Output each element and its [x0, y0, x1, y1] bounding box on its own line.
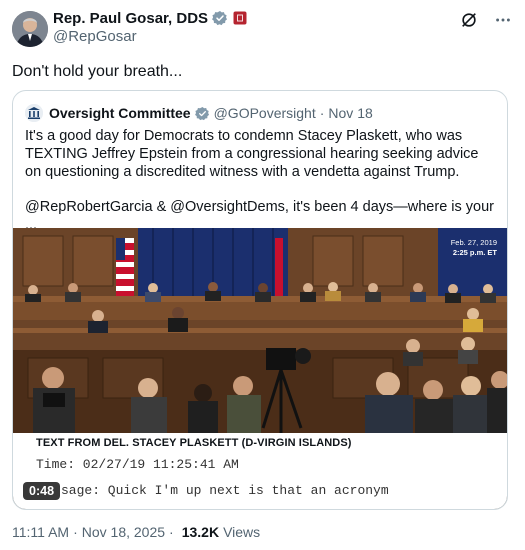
caption-message-text: sage: Quick I'm up next is that an acron…	[61, 483, 389, 498]
author-avatar[interactable]	[12, 11, 48, 47]
more-options-icon[interactable]	[493, 10, 513, 30]
post-time[interactable]: 11:11 AM	[12, 524, 69, 540]
quoted-tweet-card[interactable]: Oversight Committee @GOPoversight · Nov …	[12, 90, 508, 510]
quote-text: It's a good day for Democrats to condemn…	[25, 127, 497, 234]
views-count[interactable]: 13.2K	[182, 524, 219, 540]
video-duration-badge: 0:48	[23, 482, 61, 500]
quote-paragraph-1: It's a good day for Democrats to condemn…	[25, 128, 479, 180]
flag-badge-icon[interactable]	[233, 11, 247, 25]
quote-date[interactable]: Nov 18	[328, 105, 372, 121]
meta-dot-2: ·	[169, 524, 174, 540]
text-message-caption: TEXT FROM DEL. STACEY PLASKETT (D-VIRGIN…	[13, 433, 507, 509]
quote-author-avatar[interactable]	[25, 104, 43, 122]
author-handle[interactable]: @RepGosar	[53, 28, 137, 45]
quote-verified-check-icon[interactable]	[194, 106, 210, 121]
tweet-meta: 11:11 AM · Nov 18, 2025 · 13.2K Views	[12, 524, 260, 540]
quote-author-handle[interactable]: @GOPoversight	[214, 105, 316, 121]
quote-author-name[interactable]: Oversight Committee	[49, 105, 191, 121]
verified-check-icon[interactable]	[212, 10, 228, 26]
post-date[interactable]: Nov 18, 2025	[82, 524, 165, 540]
overlay-time: 2:25 p.m. ET	[452, 248, 497, 257]
hearing-room-scene	[13, 228, 507, 433]
video-player[interactable]: Feb. 27, 2019 2:25 p.m. ET TEXT FROM DEL…	[13, 228, 507, 509]
meta-dot-1: ·	[73, 524, 78, 540]
caption-message-time: Time: 02/27/19 11:25:41 AM	[36, 457, 239, 472]
tweet-text: Don't hold your breath...	[12, 63, 183, 80]
overlay-date: Feb. 27, 2019	[450, 238, 497, 247]
author-display-name[interactable]: Rep. Paul Gosar, DDS	[53, 10, 208, 27]
views-label: Views	[223, 524, 261, 540]
caption-title: TEXT FROM DEL. STACEY PLASKETT (D-VIRGIN…	[36, 437, 352, 449]
grok-icon[interactable]	[459, 10, 479, 30]
quote-dot-separator: ·	[319, 105, 325, 121]
video-timestamp-overlay: Feb. 27, 2019 2:25 p.m. ET	[451, 238, 497, 258]
